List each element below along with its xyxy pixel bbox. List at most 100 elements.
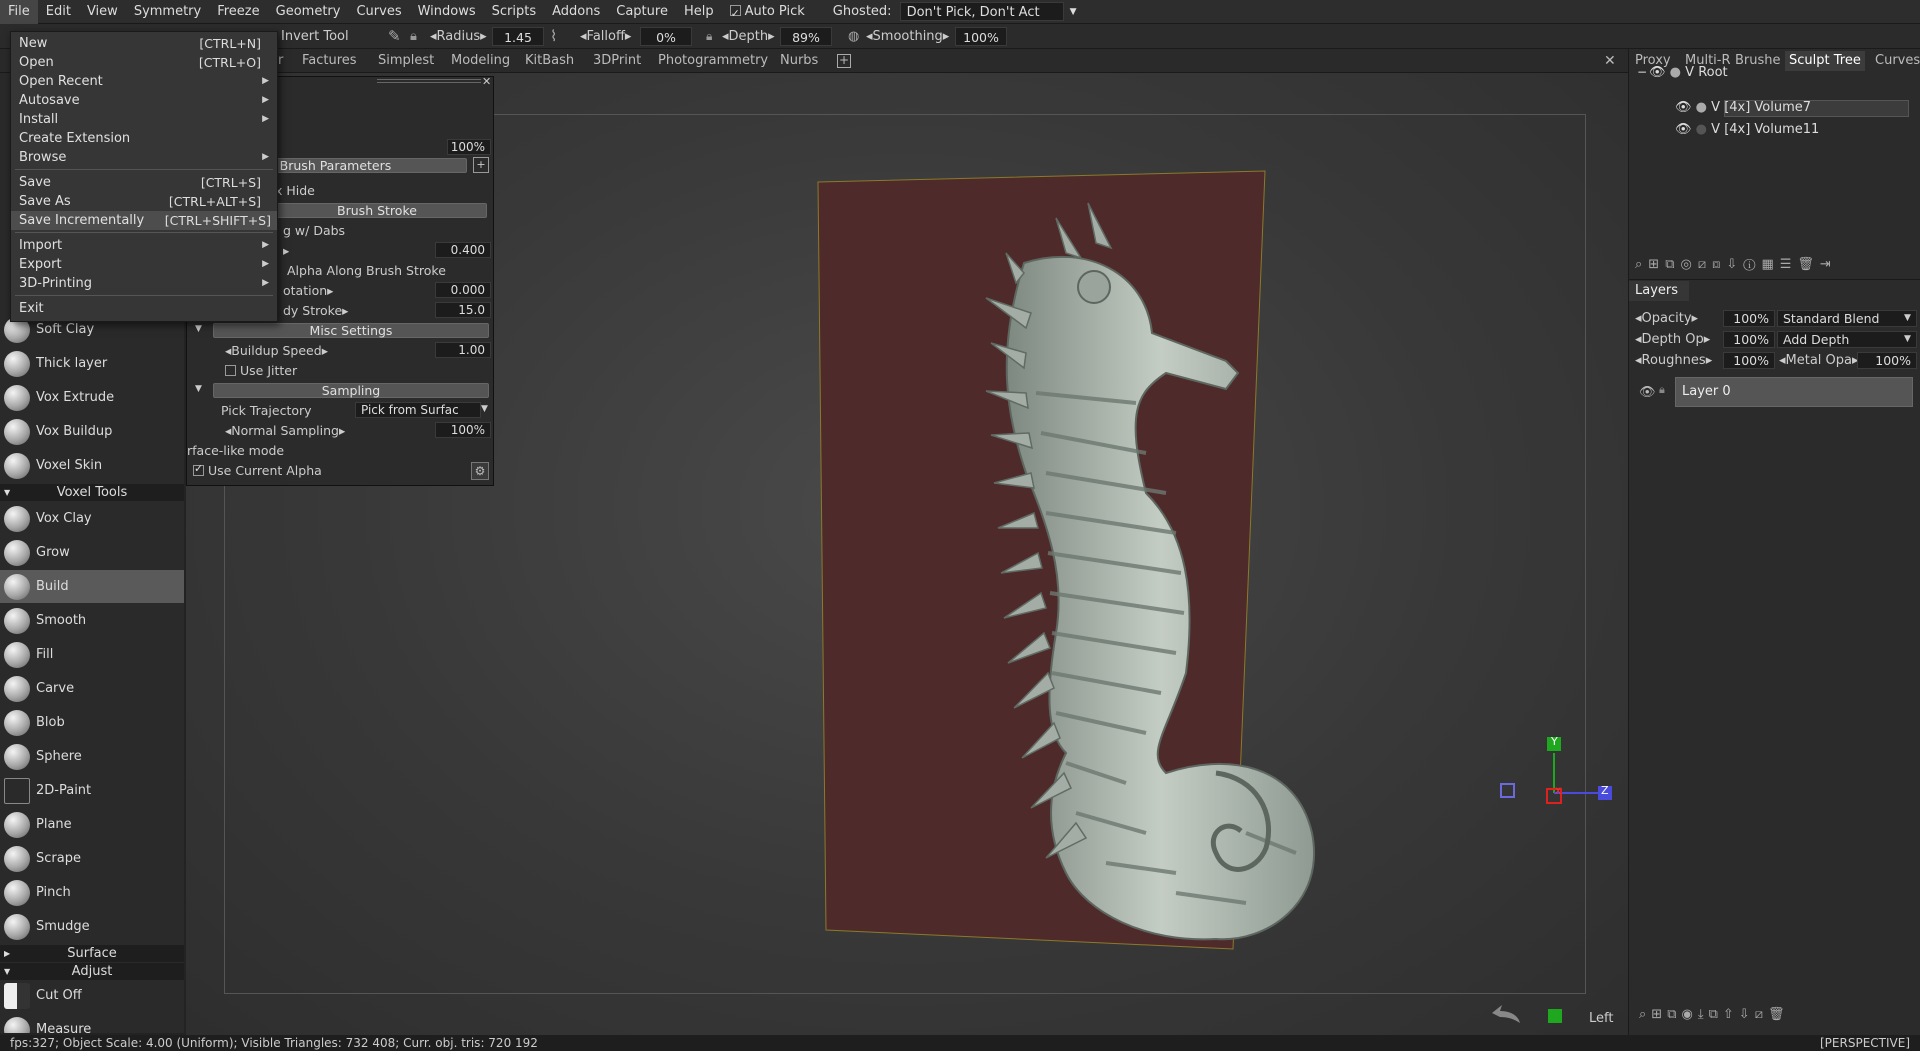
panel-drag-handle[interactable] bbox=[377, 79, 481, 83]
tool-scrape[interactable]: Scrape bbox=[0, 842, 184, 875]
tree-row-volume7[interactable]: 👁︎ ● V [4x] Volume7 bbox=[1675, 100, 1811, 115]
tool-carve[interactable]: Carve bbox=[0, 672, 184, 705]
tool-vox-buildup[interactable]: Vox Buildup bbox=[0, 415, 184, 448]
menu-curves[interactable]: Curves bbox=[348, 0, 409, 24]
radius-label[interactable]: ◂Radius▸ bbox=[430, 27, 487, 46]
invert-tool-label[interactable]: Invert Tool bbox=[281, 27, 349, 46]
menu-item-open-recent[interactable]: Open Recent ▶ bbox=[11, 72, 277, 91]
view-left-label[interactable]: Left bbox=[1589, 1011, 1613, 1026]
perspective-label[interactable]: [PERSPECTIVE] bbox=[1820, 1035, 1910, 1051]
gear-icon[interactable]: ⚙ bbox=[471, 462, 489, 480]
tab-modeling[interactable]: Modeling bbox=[451, 53, 510, 68]
menu-item-save-incrementally[interactable]: Save Incrementally [CTRL+SHIFT+S] bbox=[11, 211, 277, 230]
layers-toolbar[interactable]: ⌕⊞⧉◉⤓⧉⇧⇩⧄🗑︎ bbox=[1639, 1007, 1789, 1022]
tool-smooth[interactable]: Smooth bbox=[0, 604, 184, 637]
chevron-down-icon[interactable]: ▼ bbox=[481, 404, 787, 421]
stroke-field[interactable]: 15.0 bbox=[435, 302, 491, 318]
lock-icon[interactable]: 🔒︎ bbox=[1659, 383, 1665, 397]
tool-grow[interactable]: Grow bbox=[0, 536, 184, 569]
menu-windows[interactable]: Windows bbox=[410, 0, 484, 24]
menu-file[interactable]: File bbox=[0, 0, 38, 24]
depth-mode-dropdown[interactable]: Add Depth bbox=[1777, 331, 1917, 348]
menu-symmetry[interactable]: Symmetry bbox=[126, 0, 209, 24]
menu-item-save[interactable]: Save [CTRL+S] bbox=[11, 173, 277, 192]
tool-plane[interactable]: Plane bbox=[0, 808, 184, 841]
use-current-alpha-toggle[interactable]: Use Current Alpha bbox=[193, 462, 499, 480]
layer-item[interactable]: Layer 0 bbox=[1675, 377, 1913, 407]
menu-edit[interactable]: Edit bbox=[38, 0, 79, 24]
menu-help[interactable]: Help bbox=[676, 0, 722, 24]
surface-header[interactable]: ▶ Surface bbox=[0, 945, 184, 962]
roughness-label[interactable]: ◂Roughnes▸ bbox=[1635, 353, 1712, 368]
menu-item-open[interactable]: Open [CTRL+O] bbox=[11, 53, 277, 72]
chevron-down-icon[interactable]: ▼ bbox=[1904, 313, 1911, 323]
lock-icon[interactable]: 🔒︎ bbox=[410, 27, 417, 46]
tree-row-volume11[interactable]: 👁︎ ● V [4x] Volume11 bbox=[1675, 122, 1819, 137]
depth-field[interactable]: 89% bbox=[780, 27, 832, 46]
menu-geometry[interactable]: Geometry bbox=[268, 0, 349, 24]
dabs-field[interactable]: 0.400 bbox=[435, 242, 491, 258]
metal-label[interactable]: ◂Metal Opa▸ bbox=[1779, 353, 1859, 368]
top-percent-field[interactable]: 100% bbox=[447, 139, 491, 155]
adjust-header[interactable]: ▼ Adjust bbox=[0, 963, 184, 980]
tab-photogrammetry[interactable]: Photogrammetry bbox=[658, 53, 768, 68]
menu-capture[interactable]: Capture bbox=[608, 0, 676, 24]
depth-op-field[interactable]: 100% bbox=[1723, 331, 1775, 348]
mouse-icon[interactable]: ◍ bbox=[848, 27, 859, 46]
tab-brushes[interactable]: Brushe bbox=[1735, 53, 1781, 68]
tool-vox-clay[interactable]: Vox Clay bbox=[0, 502, 184, 535]
sphere-status-icon[interactable]: ● bbox=[1696, 100, 1707, 115]
tab-3dprint[interactable]: 3DPrint bbox=[593, 53, 641, 68]
roughness-field[interactable]: 100% bbox=[1723, 352, 1775, 369]
collapse-icon[interactable]: − bbox=[1637, 65, 1647, 79]
add-tab-icon[interactable]: + bbox=[837, 54, 851, 68]
tab-curves[interactable]: Curves bbox=[1875, 53, 1920, 68]
tool-pinch[interactable]: Pinch bbox=[0, 876, 184, 909]
ghosted-dropdown[interactable]: Don't Pick, Don't Act ▼ bbox=[899, 2, 1077, 21]
tool-build[interactable]: Build bbox=[0, 570, 184, 603]
tab-simplest[interactable]: Simplest bbox=[378, 53, 434, 68]
menu-item-export[interactable]: Export ▶ bbox=[11, 255, 277, 274]
tab-layers[interactable]: Layers bbox=[1629, 281, 1689, 301]
metal-field[interactable]: 100% bbox=[1857, 352, 1917, 369]
auto-pick-checkbox[interactable] bbox=[729, 2, 741, 26]
sphere-status-icon[interactable]: ● bbox=[1696, 122, 1707, 137]
alpha-along-label[interactable]: Alpha Along Brush Stroke bbox=[287, 263, 593, 280]
use-jitter-toggle[interactable]: Use Jitter bbox=[225, 363, 531, 380]
tool-smudge[interactable]: Smudge bbox=[0, 910, 184, 943]
axis-y-label[interactable]: Y bbox=[1551, 735, 1558, 748]
menu-view[interactable]: View bbox=[79, 0, 126, 24]
voxel-tools-header[interactable]: ▼ Voxel Tools bbox=[0, 484, 184, 501]
sphere-status-icon[interactable]: ● bbox=[1670, 65, 1681, 80]
eye-icon[interactable]: 👁︎ bbox=[1675, 122, 1692, 137]
menu-item-save-as[interactable]: Save As [CTRL+ALT+S] bbox=[11, 192, 277, 211]
eye-icon[interactable]: 👁︎ bbox=[1649, 65, 1666, 80]
opacity-label[interactable]: ◂Opacity▸ bbox=[1635, 311, 1698, 326]
hide-label[interactable]: x Hide bbox=[275, 183, 581, 200]
menu-item-import[interactable]: Import ▶ bbox=[11, 236, 277, 255]
add-preset-icon[interactable]: + bbox=[473, 157, 489, 173]
menu-freeze[interactable]: Freeze bbox=[209, 0, 267, 24]
use-current-alpha-checkbox[interactable] bbox=[193, 462, 204, 476]
misc-settings-header[interactable]: Misc Settings bbox=[213, 323, 489, 338]
menu-item-new[interactable]: New [CTRL+N] bbox=[11, 34, 277, 53]
falloff-label[interactable]: ◂Falloff▸ bbox=[580, 27, 631, 46]
pen-icon[interactable]: ✎ bbox=[388, 27, 401, 46]
blend-mode-dropdown[interactable]: Standard Blend bbox=[1777, 310, 1917, 327]
tool-thick-layer[interactable]: Thick layer bbox=[0, 347, 184, 380]
menu-item-autosave[interactable]: Autosave ▶ bbox=[11, 91, 277, 110]
depth-op-label[interactable]: ◂Depth Op▸ bbox=[1635, 332, 1710, 347]
menu-addons[interactable]: Addons bbox=[544, 0, 608, 24]
auto-pick-toggle[interactable]: Auto Pick bbox=[722, 0, 813, 26]
tool-measure[interactable]: Measure bbox=[0, 1013, 184, 1033]
tab-kitbash[interactable]: KitBash bbox=[525, 53, 574, 68]
tool-fill[interactable]: Fill bbox=[0, 638, 184, 671]
menu-scripts[interactable]: Scripts bbox=[484, 0, 544, 24]
chevron-down-icon[interactable]: ▼ bbox=[1904, 334, 1911, 344]
tree-toolbar[interactable]: ⌕⊞⧉◎⧄⧈⇩ⓘ▦☰🗑︎⇥ bbox=[1635, 257, 1837, 272]
depth-lock-icon[interactable]: 🔒︎ bbox=[706, 27, 712, 46]
eye-icon[interactable]: 👁︎ bbox=[1675, 100, 1692, 115]
tool-voxel-skin[interactable]: Voxel Skin bbox=[0, 449, 184, 482]
pick-from-dropdown[interactable]: Pick from Surfac bbox=[355, 402, 481, 418]
tab-nurbs[interactable]: Nurbs bbox=[780, 53, 818, 68]
